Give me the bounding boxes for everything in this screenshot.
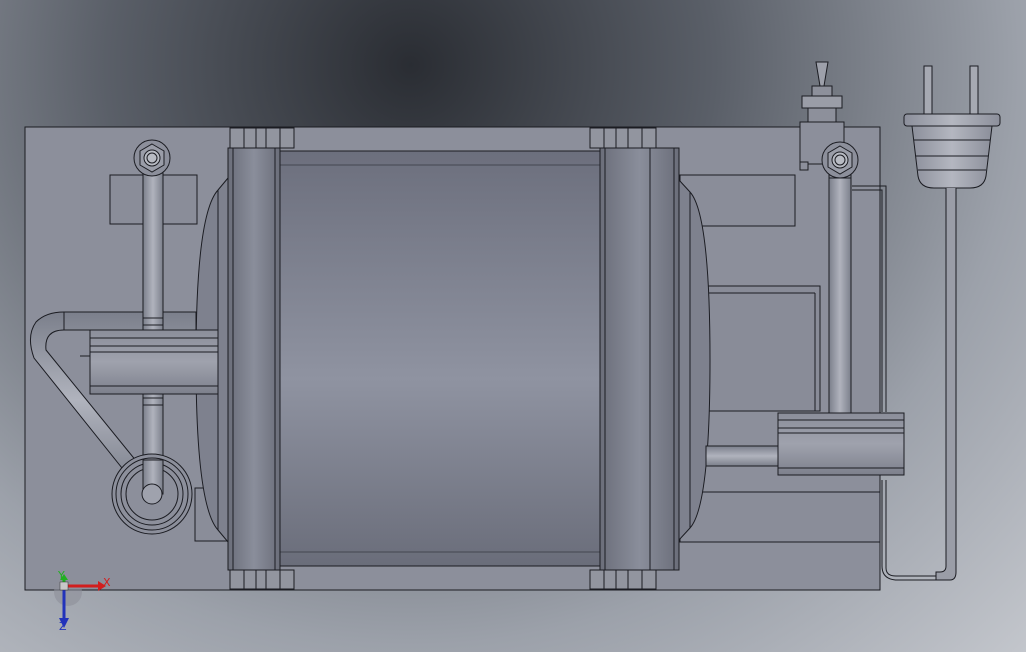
motor-body[interactable] [279, 150, 601, 567]
cad-viewport[interactable]: X Y Z [0, 0, 1026, 652]
left-pump[interactable] [80, 329, 219, 395]
power-cord[interactable] [935, 188, 957, 581]
y-axis-label: Y [58, 569, 65, 582]
junction-box [704, 285, 821, 412]
right-top-nut [821, 141, 859, 179]
z-axis-label: Z [59, 620, 67, 633]
left-top-nut [133, 139, 171, 177]
lower-right-bracket [679, 491, 881, 543]
power-plug[interactable] [903, 65, 1001, 189]
left-fitting [111, 453, 193, 535]
right-pipe[interactable] [828, 169, 852, 416]
right-flange[interactable] [599, 147, 680, 571]
motor-pump-assembly[interactable] [0, 0, 1026, 652]
left-vertical-pipe [142, 167, 164, 491]
x-axis-label: X [103, 576, 111, 589]
left-flange[interactable] [227, 147, 281, 571]
